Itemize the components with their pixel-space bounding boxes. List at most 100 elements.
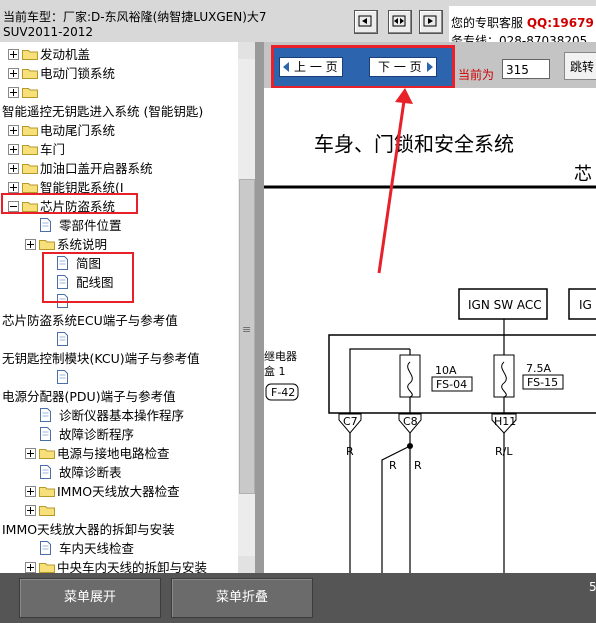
tree-heading[interactable]: IMMO天线放大器的拆卸与安装 (0, 520, 238, 539)
next-arrow-button[interactable] (419, 10, 443, 34)
expand-plus-icon[interactable] (8, 182, 19, 193)
header-bar: 当前车型：厂家:D-东风裕隆(纳智捷LUXGEN)大7 SUV2011-2012… (0, 0, 596, 48)
tree-item-label: 故障诊断程序 (59, 427, 135, 442)
page-icon (40, 218, 51, 232)
folder-icon (39, 449, 55, 459)
tree-item-label: 诊断仪器基本操作程序 (59, 408, 185, 423)
tree-item-label: 车门 (40, 142, 66, 157)
tree-item[interactable]: 零部件位置 (0, 216, 238, 235)
folder-icon (22, 164, 38, 174)
tree-item[interactable] (0, 83, 238, 102)
tree-item[interactable]: 电源与接地电路检查 (0, 444, 238, 463)
panel-splitter[interactable] (255, 42, 264, 573)
page-icon (40, 427, 51, 441)
scroll-thumb[interactable] (239, 179, 255, 494)
expand-plus-icon[interactable] (25, 448, 36, 459)
relay-label-1: 继电器 (264, 350, 297, 363)
tree-item-label: IMMO天线放大器检查 (57, 484, 180, 499)
tree-item-label: 中央车内天线的拆卸与安装 (57, 560, 208, 573)
page-icon (57, 370, 68, 384)
folder-icon (39, 563, 55, 573)
tree-item[interactable] (0, 501, 238, 520)
prev-arrow-icon (358, 15, 372, 27)
tree-heading[interactable]: 芯片防盗系统ECU端子与参考值 (0, 311, 238, 330)
tree-scrollbar[interactable] (238, 42, 255, 573)
expand-arrows-button[interactable] (388, 10, 412, 34)
page-icon (40, 408, 51, 422)
expand-plus-icon[interactable] (8, 144, 19, 155)
tree-item[interactable]: 电动尾门系统 (0, 121, 238, 140)
service-qq[interactable]: QQ:19679 (527, 16, 594, 30)
footer-edge-digit: 5 (589, 580, 596, 594)
prev-page-button[interactable]: 上 一 页 (279, 57, 343, 77)
tree-item-label: 电动尾门系统 (40, 123, 116, 138)
current-page-input[interactable]: 315 (502, 59, 550, 79)
diagram-title: 车身、门锁和安全系统 (314, 132, 514, 156)
pager-bar: 上 一 页 下 一 页 当前为 315 跳转 (264, 42, 596, 89)
service-label: 您的专职客服 (451, 16, 524, 30)
folder-icon (22, 145, 38, 155)
relay-connector: F-42 (271, 386, 295, 399)
tree-item-label: 故障诊断表 (59, 465, 122, 480)
tree-item-label: 芯片防盗系统ECU端子与参考值 (2, 313, 178, 328)
folder-icon (39, 240, 55, 250)
pin-h11-label: H11 (494, 415, 516, 428)
fuse1-code: FS-04 (436, 378, 467, 391)
tree-item[interactable]: 中央车内天线的拆卸与安装 (0, 558, 238, 573)
expand-plus-icon[interactable] (25, 505, 36, 516)
tree-heading[interactable]: 无钥匙控制模块(KCU)端子与参考值 (0, 349, 238, 368)
wiring-diagram: 车身、门锁和安全系统 芯 IGN SW ACC IG 继电器 盒 1 F-42 … (264, 88, 596, 573)
current-model-line2: SUV2011-2012 (3, 25, 94, 39)
tree-item-label: 电动门锁系统 (40, 66, 116, 81)
scroll-down-button[interactable] (238, 556, 255, 573)
current-model-line1: 当前车型：厂家:D-东风裕隆(纳智捷LUXGEN)大7 (3, 10, 267, 24)
expand-plus-icon[interactable] (8, 49, 19, 60)
wire-rl: R/L (495, 445, 513, 458)
tree-item-label: 电源与接地电路检查 (57, 446, 170, 461)
left-triangle-icon (283, 62, 289, 72)
tree-item[interactable] (0, 330, 238, 349)
wire-r-2: R (389, 459, 397, 472)
tree-item[interactable]: 诊断仪器基本操作程序 (0, 406, 238, 425)
tree-item[interactable]: 故障诊断表 (0, 463, 238, 482)
tree-heading[interactable]: 电源分配器(PDU)端子与参考值 (0, 387, 238, 406)
pin-c7-label: C7 (343, 415, 358, 428)
tree-item[interactable] (0, 368, 238, 387)
tree-heading[interactable]: 智能遥控无钥匙进入系统 (智能钥匙) (0, 102, 238, 121)
expand-plus-icon[interactable] (8, 125, 19, 136)
expand-plus-icon[interactable] (25, 239, 36, 250)
diagram-title-right: 芯 (574, 164, 592, 185)
tree-item[interactable]: 加油口盖开启器系统 (0, 159, 238, 178)
expand-plus-icon[interactable] (8, 163, 19, 174)
expand-plus-icon[interactable] (25, 562, 36, 573)
tree-item[interactable]: 车内天线检查 (0, 539, 238, 558)
menu-expand-button[interactable]: 菜单展开 (19, 578, 161, 618)
right-triangle-icon (427, 62, 433, 72)
prev-arrow-button[interactable] (354, 10, 378, 34)
expand-plus-icon[interactable] (8, 87, 19, 98)
menu-collapse-button[interactable]: 菜单折叠 (171, 578, 313, 618)
expand-plus-icon[interactable] (8, 68, 19, 79)
tree-item[interactable]: 车门 (0, 140, 238, 159)
tree-item[interactable]: 故障诊断程序 (0, 425, 238, 444)
tree-item[interactable]: IMMO天线放大器检查 (0, 482, 238, 501)
next-page-button[interactable]: 下 一 页 (369, 57, 437, 77)
ign-sw-acc-label: IGN SW ACC (468, 298, 542, 312)
tree-item-label: 车内天线检查 (59, 541, 135, 556)
scroll-up-button[interactable] (238, 42, 255, 59)
tree-item-label: 电源分配器(PDU)端子与参考值 (2, 389, 176, 404)
tree-item-label: 零部件位置 (59, 218, 122, 233)
diagram-canvas: 车身、门锁和安全系统 芯 IGN SW ACC IG 继电器 盒 1 F-42 … (264, 88, 596, 573)
folder-icon (22, 183, 38, 193)
jump-button[interactable]: 跳转 (564, 52, 596, 80)
pager-highlight: 上 一 页 下 一 页 (271, 45, 455, 89)
expand-plus-icon[interactable] (25, 486, 36, 497)
tree-item[interactable]: 电动门锁系统 (0, 64, 238, 83)
relay-box (328, 334, 596, 414)
expand-arrows-icon (392, 15, 406, 27)
pin-c8-label: C8 (403, 415, 418, 428)
next-arrow-icon (423, 15, 437, 27)
menu-tree: 发动机盖电动门锁系统智能遥控无钥匙进入系统 (智能钥匙) 电动尾门系统 车门加油口盖… (0, 42, 238, 573)
fuse2-code: FS-15 (527, 376, 558, 389)
tree-item[interactable]: 发动机盖 (0, 45, 238, 64)
